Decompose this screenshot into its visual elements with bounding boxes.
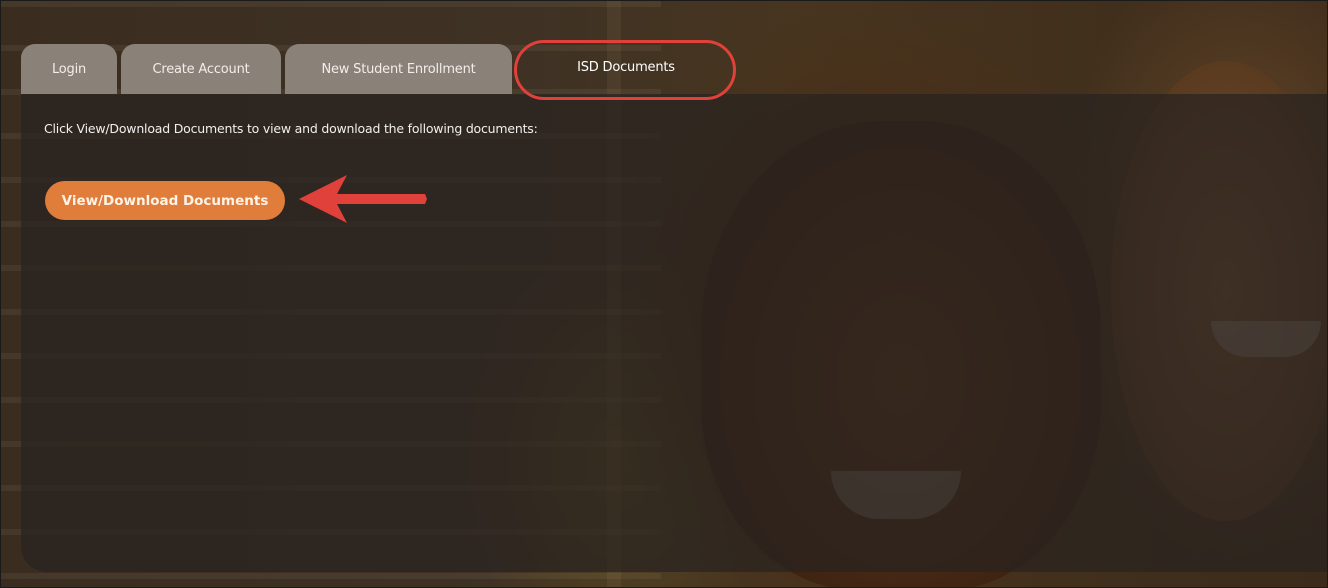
tab-login[interactable]: Login: [21, 44, 117, 94]
left-arrow-icon: [299, 175, 427, 223]
instructions-text: Click View/Download Documents to view an…: [44, 121, 538, 136]
annotation-highlight-ring: [514, 40, 736, 100]
tab-create-account-label: Create Account: [152, 61, 250, 77]
view-download-documents-button[interactable]: View/Download Documents: [45, 181, 285, 220]
tab-login-label: Login: [51, 61, 87, 77]
content-panel: Click View/Download Documents to view an…: [21, 94, 1327, 572]
app-frame: Click View/Download Documents to view an…: [0, 0, 1328, 588]
tab-new-student-enrollment[interactable]: New Student Enrollment: [285, 44, 512, 94]
tab-new-student-enrollment-label: New Student Enrollment: [321, 61, 476, 77]
tab-create-account[interactable]: Create Account: [121, 44, 281, 94]
